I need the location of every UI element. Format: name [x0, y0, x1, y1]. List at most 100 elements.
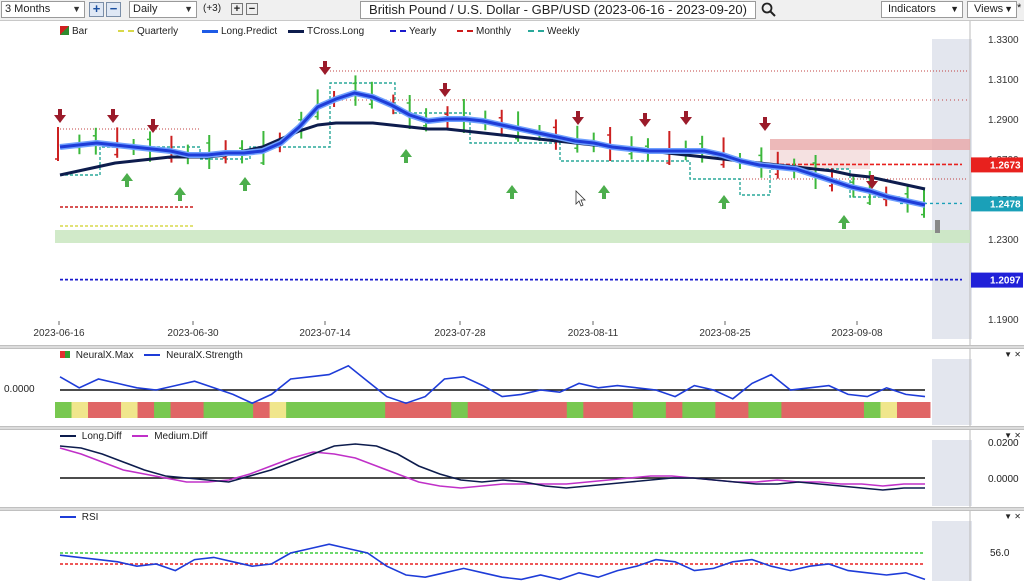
date-tick-label: 2023-08-25 [699, 328, 751, 339]
rsi-panel[interactable]: RSI 56.0 ▼ ✕ [0, 511, 1024, 581]
sell-arrow-icon [147, 119, 159, 133]
neuralx-max-bar [385, 402, 403, 418]
line-swatch-icon [60, 516, 76, 519]
neuralx-max-bar [665, 402, 683, 418]
neuralx-max-bar [451, 402, 469, 418]
neuralx-max-bar [286, 402, 304, 418]
neuralx-max-bar [896, 402, 914, 418]
indicators-button[interactable]: Indicators ▼ [881, 1, 963, 18]
diff-y-tick-zero: 0.0000 [988, 474, 1019, 485]
neuralx-max-bar [269, 402, 287, 418]
resistance-zone [770, 139, 970, 150]
future-area [932, 521, 972, 581]
legend-label: Monthly [476, 26, 512, 37]
neuralx-max-bar [566, 402, 584, 418]
collapse-icon[interactable]: ▼ ✕ [1004, 431, 1021, 440]
price-tick-label: 1.2300 [988, 235, 1019, 246]
views-button[interactable]: Views ▼ [967, 1, 1017, 18]
neuralx-max-bar [203, 402, 221, 418]
neuralx-max-bar [863, 402, 881, 418]
remove-indicator-button[interactable]: − [246, 3, 258, 15]
price-tick-label: 1.3100 [988, 75, 1019, 86]
price-chart[interactable]: 1.33001.31001.29001.27001.25001.23001.21… [0, 21, 1024, 345]
line-swatch-icon [457, 30, 473, 33]
price-panel[interactable]: 1.33001.31001.29001.27001.25001.23001.21… [0, 21, 1024, 345]
sell-arrow-icon [107, 109, 119, 123]
neuralx-max-bar [137, 402, 155, 418]
buy-arrow-icon [598, 185, 610, 199]
neuralx-max-bar [533, 402, 551, 418]
neuralx-max-bar [632, 402, 650, 418]
line-swatch-icon [202, 29, 218, 33]
sell-arrow-icon [319, 61, 331, 75]
collapse-icon[interactable]: ▼ ✕ [1004, 512, 1021, 521]
neuralx-max-bar [71, 402, 89, 418]
neuralx-max-bar [319, 402, 337, 418]
legend-item-monthly: Monthly [457, 26, 511, 37]
magnifier-icon [761, 2, 776, 17]
chevron-down-icon: ▼ [950, 4, 959, 14]
neuralx-max-bar [302, 402, 320, 418]
line-swatch-icon [132, 435, 149, 438]
interval-dropdown[interactable]: Daily ▼ [129, 1, 197, 18]
date-tick-label: 2023-06-16 [33, 328, 85, 339]
search-button[interactable] [760, 1, 778, 19]
neuralx-max-bar [830, 402, 848, 418]
neuralx-max-bar [583, 402, 601, 418]
neuralx-max-bar [418, 402, 436, 418]
views-label: Views [974, 3, 1004, 15]
buy-arrow-icon [506, 185, 518, 199]
buy-arrow-icon [121, 173, 133, 187]
line-swatch-icon [288, 29, 304, 33]
add-indicator-button[interactable]: + [231, 3, 243, 15]
sell-arrow-icon [759, 117, 771, 131]
future-area [932, 359, 972, 425]
neuralx-max-bar [649, 402, 667, 418]
neuralx-max-bar [913, 402, 931, 418]
more-icon[interactable]: * [1017, 2, 1021, 14]
sell-arrow-icon [572, 111, 584, 125]
rsi-chart[interactable] [0, 511, 1024, 581]
collapse-icon[interactable]: ▼ ✕ [1004, 350, 1021, 359]
neuralx-legend: NeuralX.Max NeuralX.Strength [60, 350, 243, 361]
neuralx-max-bar [104, 402, 122, 418]
period-dropdown[interactable]: 3 Months ▼ [1, 1, 85, 18]
neuralx-max-bar [517, 402, 535, 418]
date-tick-label: 2023-07-14 [299, 328, 351, 339]
legend-label: TCross.Long [307, 26, 365, 37]
legend-medium-diff: Medium.Diff [154, 431, 208, 442]
legend-label: Bar [72, 26, 88, 37]
neuralx-max-bar [434, 402, 452, 418]
line-swatch-icon [118, 30, 134, 33]
buy-arrow-icon [400, 149, 412, 163]
legend-long-diff: Long.Diff [81, 431, 122, 442]
neuralx-max-bar [368, 402, 386, 418]
neuralx-panel[interactable]: NeuralX.Max NeuralX.Strength 0.0000 ▼ ✕ [0, 349, 1024, 426]
neuralx-max-bar [55, 402, 73, 418]
neuralx-max-bar [236, 402, 254, 418]
neuralx-max-bar [335, 402, 353, 418]
sell-arrow-icon [54, 109, 66, 123]
buy-arrow-icon [174, 187, 186, 201]
zoom-in-button[interactable]: + [89, 2, 104, 17]
neuralx-strength-line [59, 364, 926, 405]
date-tick-label: 2023-09-08 [831, 328, 883, 339]
zoom-out-button[interactable]: − [106, 2, 121, 17]
neuralx-max-bar [401, 402, 419, 418]
price-tag-label: 1.2673 [990, 160, 1021, 171]
neuralx-max-bar [253, 402, 271, 418]
symbol-title[interactable]: British Pound / U.S. Dollar - GBP/USD (2… [360, 1, 756, 19]
neuralx-max-bar [484, 402, 502, 418]
neuralx-max-bar [170, 402, 188, 418]
legend-neuralx-max: NeuralX.Max [75, 350, 134, 361]
line-swatch-icon [528, 30, 544, 33]
line-swatch-icon [60, 435, 76, 438]
legend-item-yearly: Yearly [390, 26, 436, 37]
neuralx-max-bar [352, 402, 370, 418]
diff-panel[interactable]: Long.Diff Medium.Diff 0.0200 0.0000 ▼ ✕ [0, 430, 1024, 507]
legend-label: Weekly [547, 26, 580, 37]
neuralx-max-bar [847, 402, 865, 418]
price-tick-label: 1.1900 [988, 315, 1019, 326]
legend-item-bar: Bar [60, 26, 88, 37]
neuralx-max-bar [731, 402, 749, 418]
